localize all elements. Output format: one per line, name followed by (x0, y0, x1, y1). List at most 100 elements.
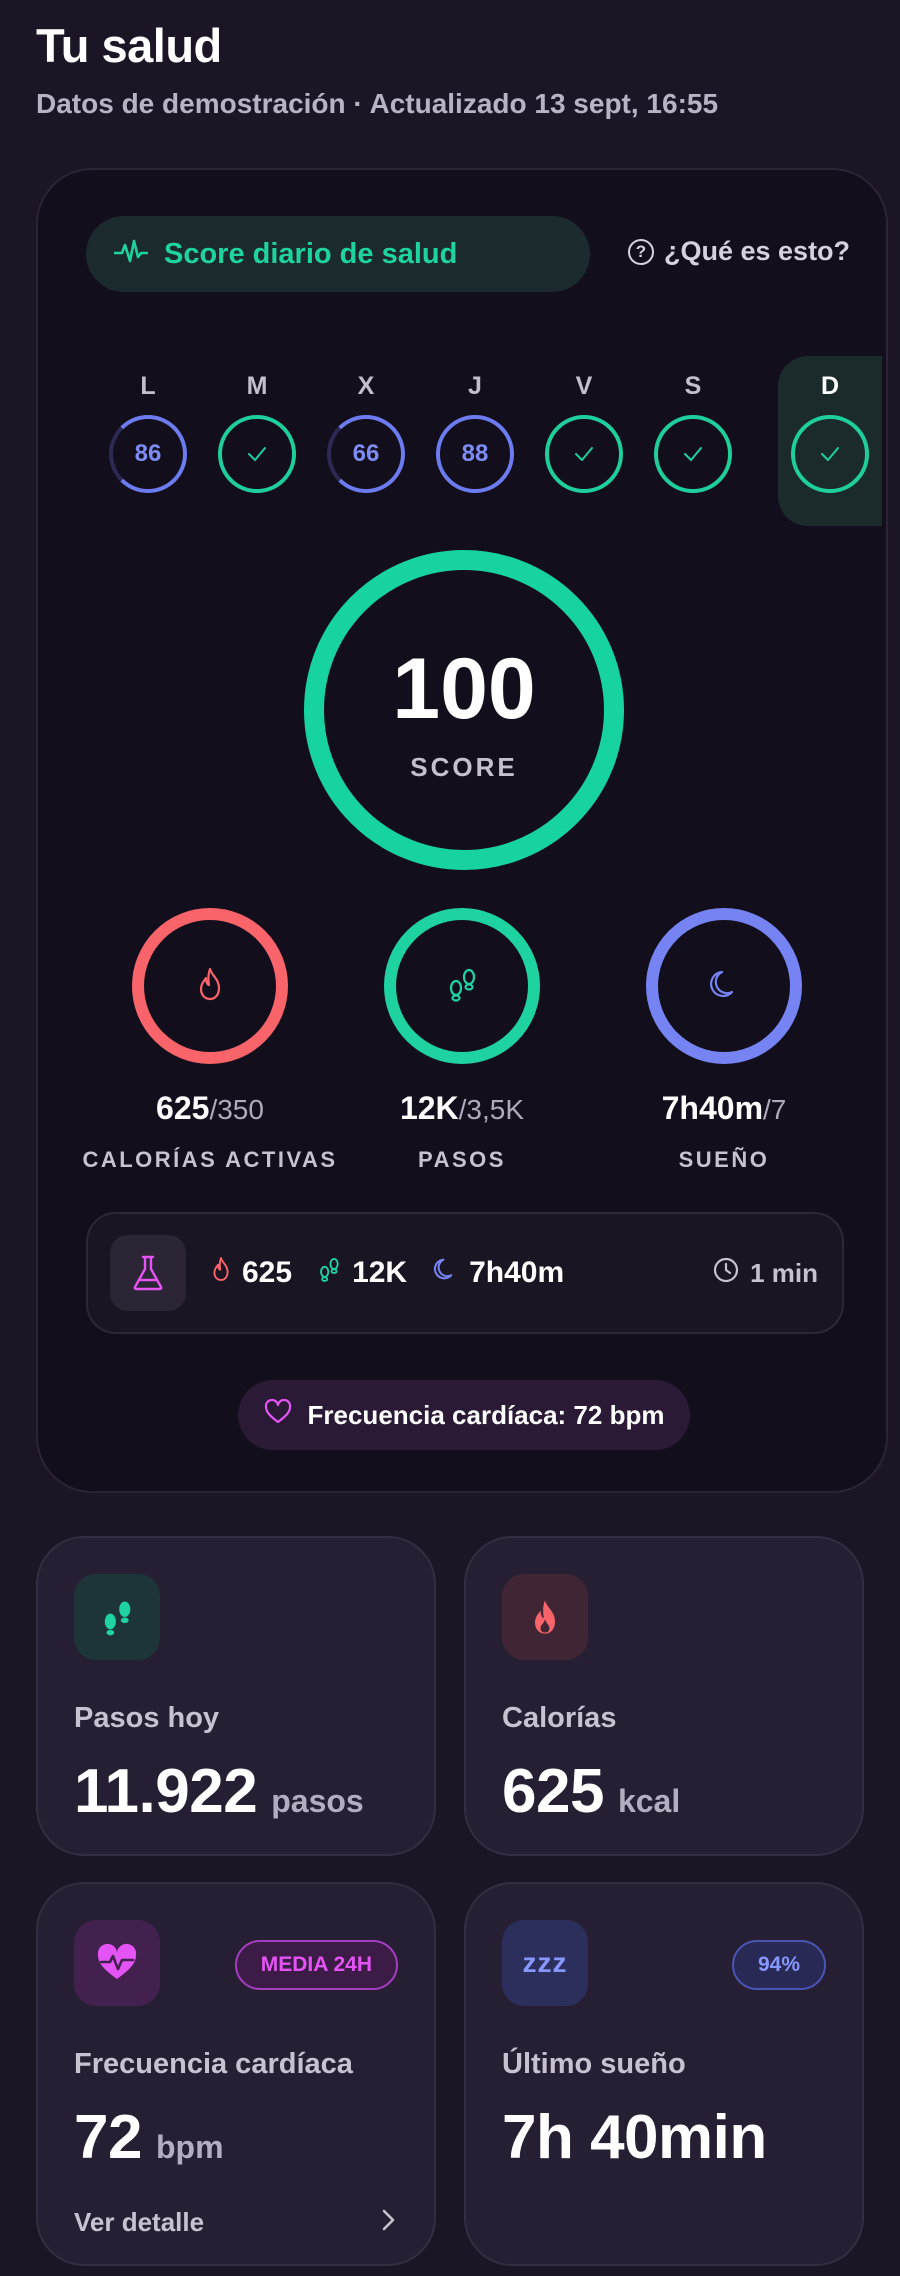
calories-goal: /350 (209, 1094, 264, 1125)
sleep-quality-badge: 94% (731, 1940, 826, 1990)
calories-tile-value: 625 (502, 1757, 604, 1826)
footprints-icon (316, 1255, 342, 1291)
sleep-tile-label: Último sueño (502, 2048, 686, 2080)
calories-label: CALORÍAS ACTIVAS (82, 1147, 338, 1172)
health-screen: Tu salud Datos de demostración · Actuali… (0, 0, 900, 2276)
score-title-label: Score diario de salud (164, 237, 458, 270)
average-24h-badge: MEDIA 24H (234, 1940, 398, 1990)
sleep-ring (646, 908, 802, 1064)
score-ring: 100 SCORE (304, 550, 624, 870)
flame-icon (502, 1574, 588, 1660)
day-sunday-selected[interactable]: D (778, 356, 882, 526)
calories-tile-label: Calorías (502, 1702, 617, 1734)
metric-steps[interactable]: 12K/3,5K PASOS (332, 908, 592, 1173)
summary-time: 1 min (750, 1257, 818, 1288)
day-tuesday[interactable]: M (207, 356, 307, 526)
day-score-ring: 66 (327, 415, 405, 493)
help-label: ¿Qué es esto? (664, 236, 851, 266)
summary-duration: 1 min (712, 1256, 818, 1291)
zzz-text: zzz (522, 1947, 568, 1978)
check-icon (791, 415, 869, 493)
calories-value-line: 625/350 (156, 1090, 264, 1127)
day-friday[interactable]: V (534, 356, 634, 526)
heart-tile-unit: bpm (155, 2129, 224, 2165)
heart-icon (264, 1398, 292, 1432)
see-detail-link[interactable]: Ver detalle (74, 2202, 398, 2242)
summary-sleep: 7h40m (431, 1255, 564, 1291)
summary-calories-value: 625 (242, 1256, 293, 1289)
heartbeat-icon (113, 237, 149, 272)
sleep-tile[interactable]: zzz 94% Último sueño 7h 40min (464, 1882, 864, 2266)
heart-pulse-icon (74, 1920, 160, 2006)
zzz-icon: zzz (502, 1920, 588, 2006)
check-icon (218, 415, 296, 493)
heart-rate-pill[interactable]: Frecuencia cardíaca: 72 bpm (238, 1380, 690, 1450)
steps-tile-value-line: 11.922 pasos (74, 1756, 364, 1827)
summary-steps: 12K (316, 1255, 407, 1291)
footprints-icon (444, 966, 480, 1007)
help-icon: ? (628, 238, 654, 265)
flame-icon (210, 1255, 232, 1291)
day-score-ring: 86 (109, 415, 187, 493)
calories-tile-unit: kcal (617, 1783, 681, 1819)
heart-tile-label: Frecuencia cardíaca (74, 2048, 353, 2080)
steps-tile[interactable]: Pasos hoy 11.922 pasos (36, 1536, 436, 1856)
sleep-value: 7h40m (661, 1090, 764, 1126)
steps-value-line: 12K/3,5K (400, 1090, 524, 1127)
flame-icon (195, 966, 225, 1007)
summary-bar[interactable]: 625 12K 7h40m 1 min (86, 1212, 844, 1334)
calories-tile[interactable]: Calorías 625 kcal (464, 1536, 864, 1856)
metric-sleep[interactable]: 7h40m/7 SUEÑO (594, 908, 854, 1173)
day-monday[interactable]: L 86 (98, 356, 198, 526)
sleep-value-line: 7h40m/7 (662, 1090, 787, 1127)
heart-rate-label: Frecuencia cardíaca: 72 bpm (307, 1399, 665, 1430)
summary-calories: 625 (210, 1255, 292, 1291)
help-link[interactable]: ? ¿Qué es esto? (628, 236, 850, 267)
page-title: Tu salud (36, 19, 222, 72)
day-score-ring: 88 (436, 415, 514, 493)
day-letter: M (246, 372, 268, 400)
calories-value: 625 (156, 1090, 210, 1126)
footprints-icon (74, 1574, 160, 1660)
summary-sleep-value: 7h40m (469, 1256, 565, 1289)
daily-score-card: Score diario de salud ? ¿Qué es esto? L … (36, 168, 888, 1493)
score-title-pill[interactable]: Score diario de salud (86, 216, 590, 292)
day-saturday[interactable]: S (643, 356, 743, 526)
summary-steps-value: 12K (352, 1256, 408, 1289)
calories-tile-value-line: 625 kcal (502, 1756, 680, 1827)
day-letter: D (820, 372, 840, 400)
steps-value: 12K (399, 1090, 459, 1126)
chevron-right-icon (378, 2207, 398, 2238)
moon-icon (706, 966, 742, 1007)
page-subtitle: Datos de demostración · Actualizado 13 s… (36, 88, 719, 119)
score-value: 100 (392, 640, 536, 737)
check-icon (545, 415, 623, 493)
sleep-label: SUEÑO (678, 1147, 770, 1172)
steps-goal: /3,5K (458, 1094, 525, 1125)
day-letter: J (468, 372, 482, 400)
steps-tile-value: 11.922 (74, 1757, 258, 1826)
day-thursday[interactable]: J 88 (425, 356, 525, 526)
clock-icon (712, 1256, 740, 1291)
moon-icon (431, 1255, 459, 1291)
see-detail-label: Ver detalle (74, 2206, 205, 2237)
metric-calories[interactable]: 625/350 CALORÍAS ACTIVAS (80, 908, 340, 1173)
steps-tile-unit: pasos (271, 1783, 364, 1819)
day-letter: X (357, 372, 375, 400)
steps-ring (384, 908, 540, 1064)
day-letter: V (575, 372, 593, 400)
heart-tile-value: 72 (74, 2103, 142, 2172)
steps-tile-label: Pasos hoy (74, 1702, 220, 1734)
sleep-tile-value: 7h 40min (502, 2103, 767, 2172)
day-wednesday[interactable]: X 66 (316, 356, 416, 526)
sleep-goal: /7 (763, 1094, 787, 1125)
day-letter: S (684, 372, 702, 400)
calories-ring (132, 908, 288, 1064)
check-icon (654, 415, 732, 493)
day-letter: L (140, 372, 156, 400)
steps-label: PASOS (418, 1147, 506, 1172)
flask-icon (110, 1235, 186, 1311)
heart-rate-tile[interactable]: MEDIA 24H Frecuencia cardíaca 72 bpm Ver… (36, 1882, 436, 2266)
sleep-tile-value-line: 7h 40min (502, 2102, 767, 2173)
score-label: SCORE (410, 751, 518, 782)
